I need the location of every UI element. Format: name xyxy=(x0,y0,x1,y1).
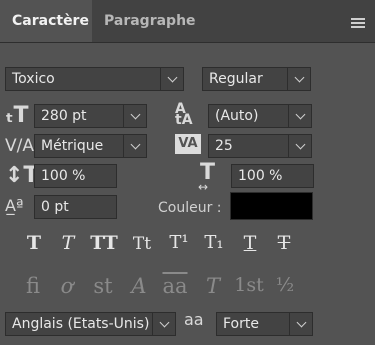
tracking-select[interactable]: 25 xyxy=(208,134,312,158)
tab-bar: Caractère Paragraphe xyxy=(0,0,375,43)
all-caps-button[interactable]: TT xyxy=(88,232,120,254)
stylistic-alternates-button[interactable]: aa xyxy=(160,274,190,298)
kerning-icon: V/A xyxy=(5,136,34,156)
horizontal-arrow-icon: ↔ xyxy=(198,180,209,194)
chevron-down-icon xyxy=(130,109,141,120)
font-style-value: Regular xyxy=(209,71,263,87)
kerning-value: Métrique xyxy=(41,138,104,154)
faux-italic-button[interactable]: T xyxy=(56,232,80,254)
swash-button[interactable]: A xyxy=(126,274,152,298)
chevron-down-icon xyxy=(159,317,170,328)
titling-alternates-button[interactable]: T xyxy=(200,274,226,298)
tab-paragraphe[interactable]: Paragraphe xyxy=(92,0,208,42)
contextual-alternates-button[interactable]: st xyxy=(90,274,116,298)
ligatures-button[interactable]: fi xyxy=(20,274,46,298)
baseline-shift-input[interactable]: 0 pt xyxy=(34,195,117,219)
antialias-icon: aa xyxy=(184,310,204,329)
underline-button[interactable]: T xyxy=(238,232,262,254)
antialias-value: Forte xyxy=(223,316,259,332)
panel-menu-icon[interactable] xyxy=(351,18,365,28)
kerning-select[interactable]: Métrique xyxy=(34,134,147,158)
color-label: Couleur : xyxy=(158,200,222,216)
leading-value: (Auto) xyxy=(215,108,259,124)
font-family-select[interactable]: Toxico xyxy=(5,67,184,91)
discretionary-ligatures-button[interactable]: ơ xyxy=(54,274,80,298)
tracking-icon: VA xyxy=(175,134,201,154)
small-caps-button[interactable]: Tt xyxy=(128,234,156,254)
chevron-down-icon xyxy=(295,139,306,150)
tab-caractere[interactable]: Caractère xyxy=(0,0,92,42)
vertical-scale-value: 100 % xyxy=(41,168,86,184)
horizontal-scale-value: 100 % xyxy=(238,168,283,184)
leading-icon: AtA xyxy=(175,101,193,128)
baseline-shift-icon: A̲ª xyxy=(5,196,24,215)
font-size-icon: ₜT xyxy=(5,103,29,128)
subscript-button[interactable]: T₁ xyxy=(201,232,227,253)
chevron-down-icon xyxy=(296,317,307,328)
color-swatch[interactable] xyxy=(230,192,313,220)
fractions-button[interactable]: ½ xyxy=(272,274,298,296)
ordinals-button[interactable]: 1st xyxy=(234,274,264,296)
font-size-select[interactable]: 280 pt xyxy=(34,104,147,128)
horizontal-scale-input[interactable]: 100 % xyxy=(231,164,314,188)
antialias-select[interactable]: Forte xyxy=(216,312,313,336)
chevron-down-icon xyxy=(294,72,305,83)
character-panel: Caractère Paragraphe Toxico Regular ₜT 2… xyxy=(0,0,375,345)
language-select[interactable]: Anglais (Etats-Unis) xyxy=(5,312,176,336)
strikethrough-button[interactable]: T xyxy=(272,232,296,254)
superscript-button[interactable]: T¹ xyxy=(166,232,192,253)
chevron-down-icon xyxy=(295,109,306,120)
chevron-down-icon xyxy=(167,72,178,83)
font-family-value: Toxico xyxy=(12,71,55,87)
font-size-value: 280 pt xyxy=(41,108,87,124)
vertical-scale-input[interactable]: 100 % xyxy=(34,164,117,188)
language-value: Anglais (Etats-Unis) xyxy=(12,316,150,332)
leading-select[interactable]: (Auto) xyxy=(208,104,312,128)
tracking-value: 25 xyxy=(215,138,233,154)
chevron-down-icon xyxy=(130,139,141,150)
faux-bold-button[interactable]: T xyxy=(22,232,46,254)
baseline-shift-value: 0 pt xyxy=(41,199,69,215)
font-style-select[interactable]: Regular xyxy=(202,67,311,91)
